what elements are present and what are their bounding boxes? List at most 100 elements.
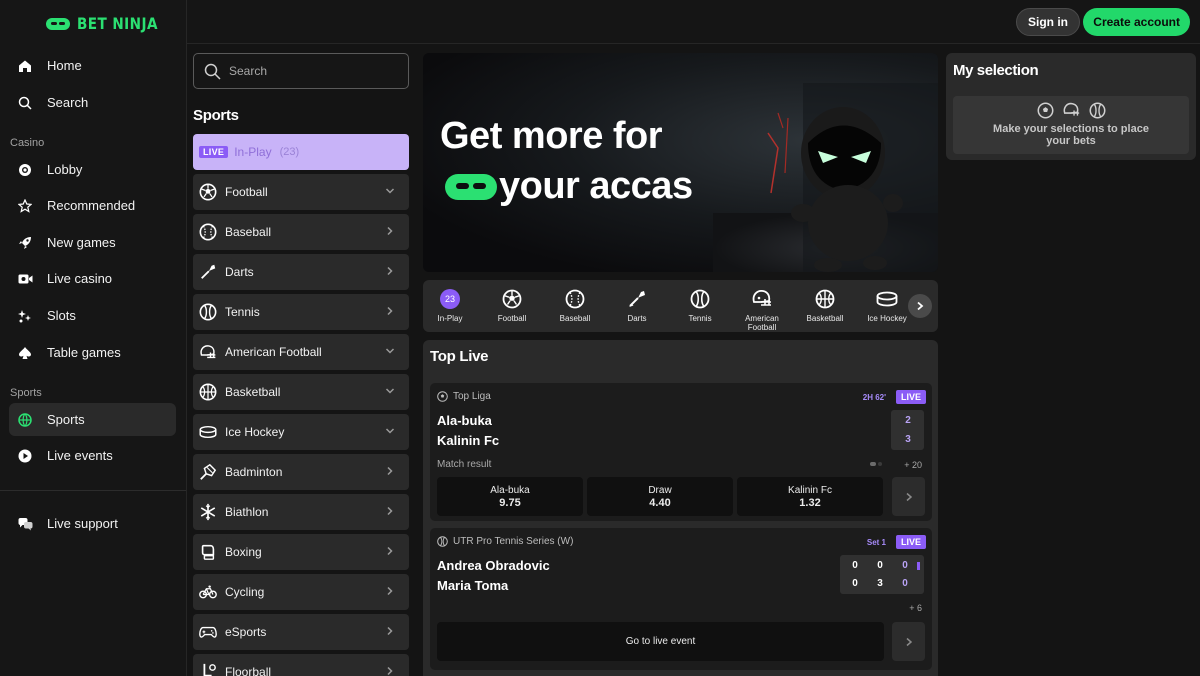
category-baseball[interactable]: Baseball: [544, 288, 606, 323]
sport-row-badminton[interactable]: Badminton: [193, 454, 409, 490]
darts-icon: [199, 263, 217, 281]
sport-row-cycling[interactable]: Cycling: [193, 574, 409, 610]
category-american-football[interactable]: American Football: [731, 288, 793, 332]
create-account-button[interactable]: Create account: [1083, 8, 1190, 36]
american-football-helmet-icon: [1063, 102, 1079, 116]
category-label: American Football: [745, 314, 779, 332]
sports-list: LIVE In-Play (23) Football Baseball Darts T…: [193, 134, 409, 676]
sport-label: Baseball: [225, 225, 272, 239]
sport-row-darts[interactable]: Darts: [193, 254, 409, 290]
sport-row-esports[interactable]: eSports: [193, 614, 409, 650]
chevron-right-icon[interactable]: [385, 306, 395, 316]
match-detail-button[interactable]: [892, 622, 925, 661]
nav-item-live-support[interactable]: Live support: [9, 507, 176, 540]
chevron-right-icon[interactable]: [385, 226, 395, 236]
football-icon: [501, 288, 523, 310]
nav-item-live-events[interactable]: Live events: [9, 439, 176, 472]
nav-item-label: Slots: [47, 308, 76, 323]
nav-item-label: Live support: [47, 516, 118, 531]
chevron-right-icon[interactable]: [385, 266, 395, 276]
nav-item-table-games[interactable]: Table games: [9, 336, 176, 369]
sport-label: Darts: [225, 265, 254, 279]
play-circle-icon: [17, 448, 33, 464]
home-score: 2: [905, 415, 911, 426]
sport-row-floorball[interactable]: Floorball: [193, 654, 409, 676]
chevron-right-icon[interactable]: [385, 586, 395, 596]
sport-label: Ice Hockey: [225, 425, 285, 439]
nav-item-recommended[interactable]: Recommended: [9, 189, 176, 222]
promo-banner[interactable]: Get more for your accas: [423, 53, 938, 272]
category-label: Ice Hockey: [867, 314, 907, 323]
sport-row-baseball[interactable]: Baseball: [193, 214, 409, 250]
nav-item-search[interactable]: Search: [9, 86, 176, 119]
left-navigation: BET NINJA Home Search Casino Lobby Recom…: [0, 0, 187, 676]
nav-item-label: Home: [47, 58, 82, 73]
rocket-icon: [17, 235, 33, 251]
football-icon: [437, 391, 448, 402]
category-tennis[interactable]: Tennis: [669, 288, 731, 323]
darts-icon: [626, 288, 648, 310]
category-next-button[interactable]: [908, 294, 932, 318]
sport-row-tennis[interactable]: Tennis: [193, 294, 409, 330]
nav-item-home[interactable]: Home: [9, 49, 176, 82]
in-play-count-icon: 23: [439, 288, 461, 310]
chevron-right-icon[interactable]: [385, 466, 395, 476]
chevron-down-icon[interactable]: [385, 346, 395, 356]
odds-label: Ala-buka: [490, 484, 530, 496]
chevron-right-icon[interactable]: [385, 546, 395, 556]
sport-row-boxing[interactable]: Boxing: [193, 534, 409, 570]
league-name: Top Liga: [453, 391, 491, 402]
live-match-card[interactable]: Top Liga 2H 62' LIVE Ala-buka Kalinin Fc…: [430, 383, 932, 521]
more-markets[interactable]: + 20: [904, 460, 922, 470]
tennis-icon: [689, 288, 711, 310]
spade-icon: [17, 345, 33, 361]
more-markets[interactable]: + 6: [909, 603, 922, 613]
category-basketball[interactable]: Basketball: [794, 288, 856, 323]
category-in-play[interactable]: 23 In-Play: [419, 288, 481, 323]
odds-button-away[interactable]: Kalinin Fc 1.32: [737, 477, 883, 516]
sport-row-biathlon[interactable]: Biathlon: [193, 494, 409, 530]
nav-section-sports: Sports: [10, 387, 42, 399]
bet-ninja-logo[interactable]: BET NINJA: [46, 14, 172, 33]
chevron-right-icon[interactable]: [385, 626, 395, 636]
badminton-icon: [199, 463, 217, 481]
chevron-right-icon[interactable]: [385, 506, 395, 516]
category-label: Basketball: [806, 314, 844, 323]
top-bar: Sign in Create account: [187, 0, 1200, 44]
match-period: 2H 62': [862, 393, 886, 402]
away-team: Kalinin Fc: [437, 433, 500, 448]
chevron-right-icon[interactable]: [385, 666, 395, 676]
nav-item-slots[interactable]: Slots: [9, 299, 176, 332]
odds-value: 4.40: [649, 496, 671, 509]
sport-row-football[interactable]: Football: [193, 174, 409, 210]
go-to-live-event-button[interactable]: Go to live event: [437, 622, 884, 661]
sport-row-in-play[interactable]: LIVE In-Play (23): [193, 134, 409, 170]
nav-item-live-casino[interactable]: Live casino: [9, 262, 176, 295]
category-darts[interactable]: Darts: [606, 288, 668, 323]
odds-button-draw[interactable]: Draw 4.40: [587, 477, 733, 516]
nav-item-sports[interactable]: Sports: [9, 403, 176, 436]
sport-row-basketball[interactable]: Basketball: [193, 374, 409, 410]
chevron-down-icon[interactable]: [385, 386, 395, 396]
basketball-icon: [199, 383, 217, 401]
chevron-down-icon[interactable]: [385, 186, 395, 196]
chevron-down-icon[interactable]: [385, 426, 395, 436]
away-set-score: 0: [852, 578, 858, 589]
sign-in-button[interactable]: Sign in: [1016, 8, 1080, 36]
live-match-card[interactable]: UTR Pro Tennis Series (W) Set 1 LIVE And…: [430, 528, 932, 670]
sport-row-american-football[interactable]: American Football: [193, 334, 409, 370]
biathlon-icon: [199, 503, 217, 521]
nav-item-lobby[interactable]: Lobby: [9, 153, 176, 186]
category-football[interactable]: Football: [481, 288, 543, 323]
sports-sidebar: Search Sports: [193, 53, 409, 131]
match-detail-button[interactable]: [892, 477, 925, 516]
live-badge: LIVE: [199, 146, 229, 158]
bet-slip-panel: My selection Make your selections to pla…: [946, 53, 1196, 160]
sports-search-input[interactable]: Search: [193, 53, 409, 89]
score-box: 2 3: [891, 410, 924, 450]
sport-row-ice-hockey[interactable]: Ice Hockey: [193, 414, 409, 450]
esports-icon: [199, 623, 217, 641]
away-score: 3: [905, 434, 911, 445]
nav-item-new-games[interactable]: New games: [9, 226, 176, 259]
odds-button-home[interactable]: Ala-buka 9.75: [437, 477, 583, 516]
